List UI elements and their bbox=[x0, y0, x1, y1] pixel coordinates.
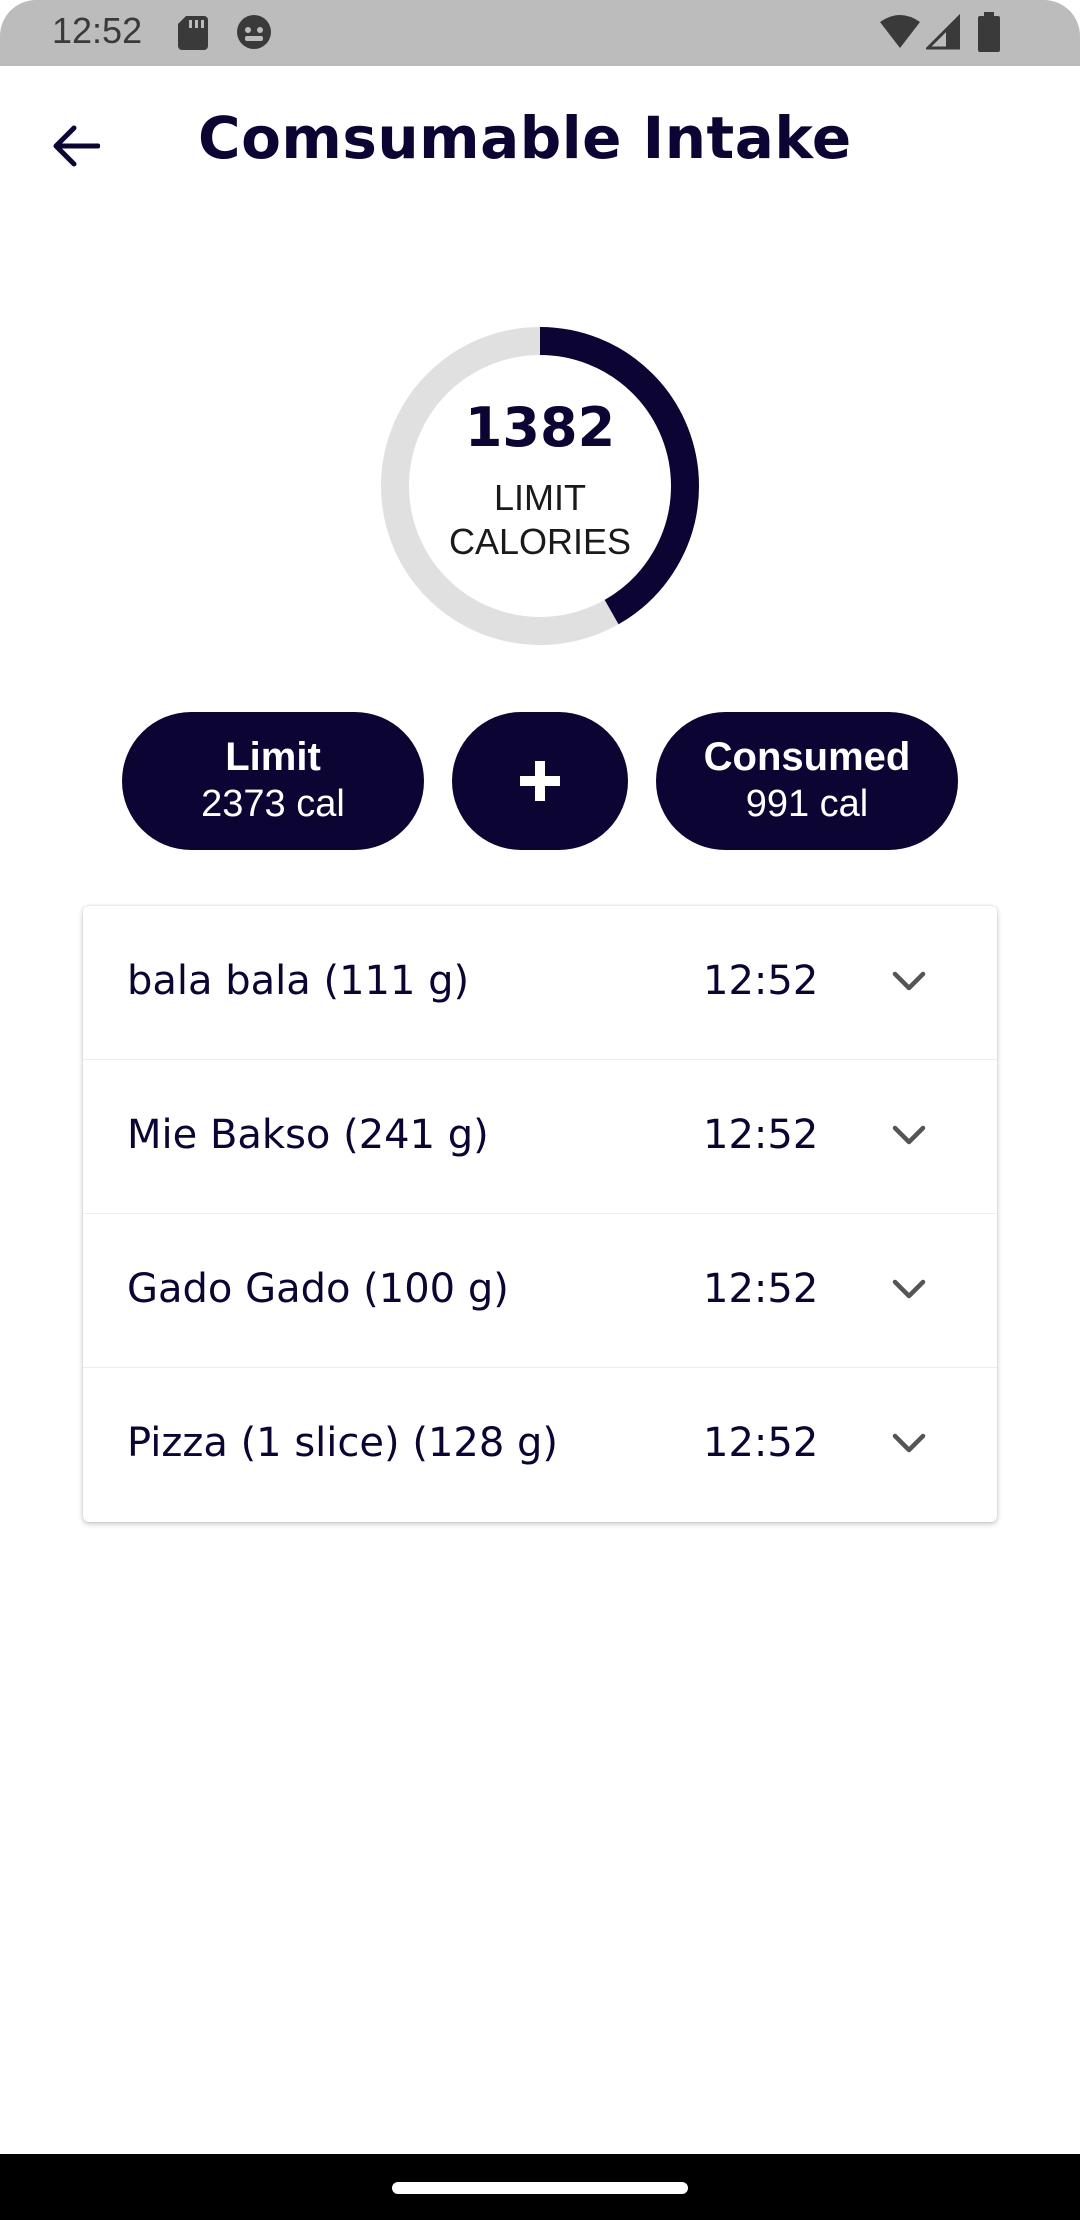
intake-row[interactable]: Mie Bakso (241 g) 12:52 bbox=[83, 1060, 997, 1214]
intake-item-time: 12:52 bbox=[703, 1420, 819, 1466]
limit-title: Limit bbox=[225, 735, 321, 779]
intake-item-time: 12:52 bbox=[703, 1266, 819, 1312]
consumed-title: Consumed bbox=[703, 735, 911, 779]
intake-item-time: 12:52 bbox=[703, 1112, 819, 1158]
arrow-back-icon bbox=[53, 125, 100, 167]
signal-icon bbox=[926, 14, 960, 50]
remaining-calories-value: 1382 bbox=[464, 396, 616, 459]
status-bar: 12:52 bbox=[0, 0, 1080, 66]
page-title: Comsumable Intake bbox=[198, 104, 852, 172]
consumed-value: 991 cal bbox=[745, 783, 869, 825]
limit-button[interactable]: Limit 2373 cal bbox=[122, 712, 424, 850]
wifi-icon bbox=[880, 15, 920, 48]
remaining-calories-label: LIMIT CALORIES bbox=[380, 476, 700, 564]
back-button[interactable] bbox=[36, 106, 116, 186]
intake-item-time: 12:52 bbox=[703, 958, 819, 1004]
remaining-label-line1: LIMIT bbox=[493, 477, 586, 518]
android-icon bbox=[237, 15, 271, 49]
status-time: 12:52 bbox=[52, 10, 143, 51]
sd-card-icon bbox=[178, 16, 208, 50]
consumed-button[interactable]: Consumed 991 cal bbox=[656, 712, 958, 850]
chevron-down-icon[interactable] bbox=[889, 1116, 929, 1156]
remaining-label-line2: CALORIES bbox=[448, 521, 632, 562]
add-intake-button[interactable] bbox=[452, 712, 628, 850]
intake-row[interactable]: Gado Gado (100 g) 12:52 bbox=[83, 1214, 997, 1368]
intake-item-name: Pizza (1 slice) (128 g) bbox=[127, 1420, 558, 1466]
home-indicator[interactable] bbox=[392, 2182, 688, 2194]
intake-item-name: Mie Bakso (241 g) bbox=[127, 1112, 489, 1158]
intake-item-name: Gado Gado (100 g) bbox=[127, 1266, 509, 1312]
limit-value: 2373 cal bbox=[201, 783, 345, 825]
chevron-down-icon[interactable] bbox=[889, 1270, 929, 1310]
intake-item-name: bala bala (111 g) bbox=[127, 958, 470, 1004]
battery-icon bbox=[978, 12, 1000, 52]
chevron-down-icon[interactable] bbox=[889, 962, 929, 1002]
intake-row[interactable]: bala bala (111 g) 12:52 bbox=[83, 906, 997, 1060]
intake-row[interactable]: Pizza (1 slice) (128 g) 12:52 bbox=[83, 1368, 997, 1522]
plus-icon bbox=[520, 761, 560, 801]
chevron-down-icon[interactable] bbox=[889, 1424, 929, 1464]
intake-list: bala bala (111 g) 12:52 Mie Bakso (241 g… bbox=[83, 906, 997, 1522]
